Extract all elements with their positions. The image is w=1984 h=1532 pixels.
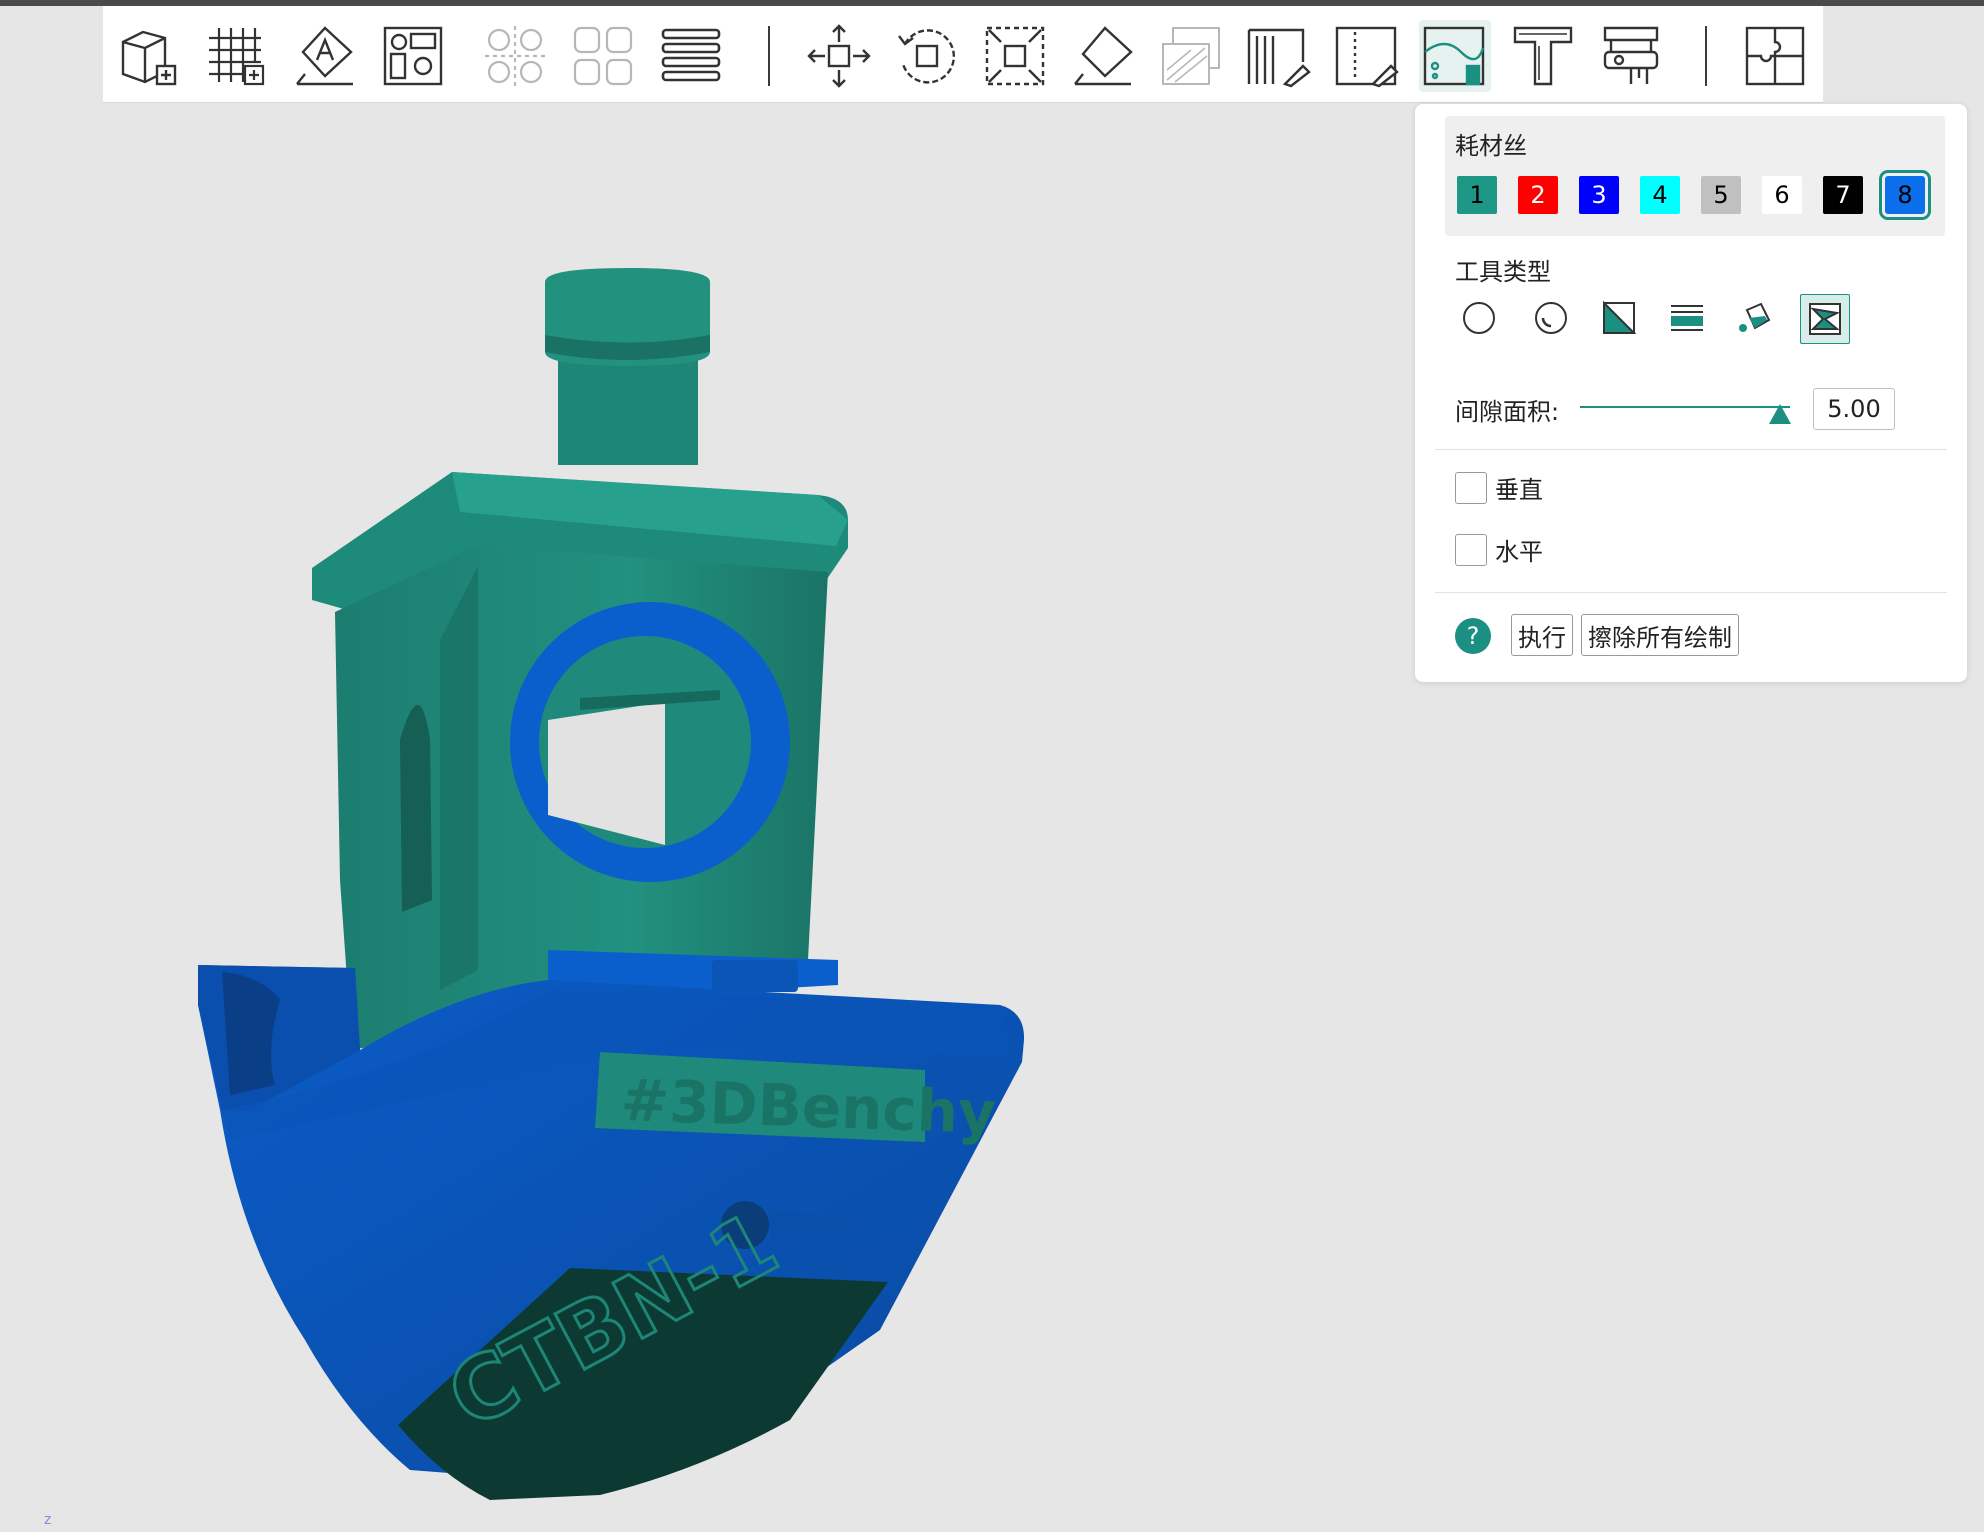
tool-triangle[interactable] (1595, 294, 1643, 342)
assembly-button[interactable] (1739, 20, 1811, 92)
horizontal-checkbox[interactable] (1455, 534, 1487, 566)
chimney (558, 355, 698, 465)
text-button[interactable] (1507, 20, 1579, 92)
arrange-icon (383, 26, 443, 86)
puzzle-icon (1745, 26, 1805, 86)
color-paint-panel: 耗材丝 12345678 工具类型 间隙面积: 垂直 水平 ? 执行 擦除所有绘… (1415, 104, 1967, 682)
toolbar-separator (768, 26, 770, 86)
orient-a-icon (296, 26, 353, 86)
seam-paint-button[interactable] (1331, 20, 1403, 92)
auto-orient-button[interactable] (289, 20, 361, 92)
measure-icon (1603, 26, 1659, 84)
tool-type-title: 工具类型 (1455, 258, 1551, 286)
rotate-button[interactable] (891, 20, 963, 92)
tool-height-range[interactable] (1663, 294, 1711, 342)
filament-swatch-3[interactable]: 3 (1579, 176, 1619, 214)
support-paint-button[interactable] (1243, 20, 1315, 92)
filament-swatch-2[interactable]: 2 (1518, 176, 1558, 214)
text-icon (1513, 26, 1573, 86)
support-paint-icon (1247, 28, 1311, 88)
scale-icon (985, 26, 1045, 86)
filament-swatch-1[interactable]: 1 (1457, 176, 1497, 214)
lay-on-face-icon (1074, 26, 1133, 86)
axis-indicator: z (44, 1512, 52, 1528)
vertical-label: 垂直 (1495, 476, 1543, 504)
variable-layer-height-button[interactable] (655, 20, 727, 92)
split-objects-icon (485, 26, 545, 86)
measure-button[interactable] (1595, 20, 1667, 92)
filament-section: 耗材丝 12345678 (1445, 116, 1945, 236)
filament-title: 耗材丝 (1455, 132, 1527, 160)
arrange-button[interactable] (377, 20, 449, 92)
tool-circle[interactable] (1455, 294, 1503, 342)
fill-bucket-icon (1739, 302, 1771, 332)
split-objects-button[interactable] (479, 20, 551, 92)
vertical-checkbox[interactable] (1455, 472, 1487, 504)
toolbar-separator (1705, 26, 1707, 86)
filament-swatch-7[interactable]: 7 (1823, 176, 1863, 214)
grid-plus-icon (209, 28, 265, 86)
hull-name-text: #3DBenchy (620, 1066, 998, 1147)
split-parts-icon (573, 26, 633, 86)
add-object-button[interactable] (113, 20, 185, 92)
seam-paint-icon (1335, 26, 1399, 88)
main-toolbar (103, 6, 1823, 103)
help-icon[interactable]: ? (1455, 618, 1491, 654)
color-paint-icon (1423, 26, 1485, 86)
tool-fill[interactable] (1731, 294, 1779, 342)
gap-area-slider-thumb[interactable] (1768, 404, 1791, 424)
cube-plus-icon (121, 30, 177, 86)
cut-icon (1162, 27, 1220, 85)
filament-swatch-8[interactable]: 8 (1879, 170, 1931, 220)
filament-swatch-6[interactable]: 6 (1762, 176, 1802, 214)
filament-swatch-4[interactable]: 4 (1640, 176, 1680, 214)
scale-button[interactable] (979, 20, 1051, 92)
gap-area-slider-track[interactable] (1580, 406, 1790, 408)
color-paint-button[interactable] (1419, 20, 1491, 92)
filament-swatch-5[interactable]: 5 (1701, 176, 1741, 214)
cabin-side-window (400, 705, 432, 912)
sphere-brush-icon (1535, 302, 1567, 334)
panel-divider (1435, 449, 1947, 450)
gap-area-input[interactable] (1813, 388, 1895, 430)
gap-fill-icon (1809, 303, 1841, 335)
circle-brush-icon (1463, 302, 1495, 334)
rotate-icon (898, 29, 956, 84)
triangle-brush-icon (1603, 300, 1637, 334)
cut-button[interactable] (1155, 20, 1227, 92)
panel-divider (1435, 592, 1947, 593)
horizontal-label: 水平 (1495, 538, 1543, 566)
layers-icon (661, 28, 721, 82)
tool-gap-fill[interactable] (1800, 294, 1850, 344)
split-parts-button[interactable] (567, 20, 639, 92)
move-icon (807, 24, 871, 88)
execute-button[interactable]: 执行 (1511, 614, 1573, 656)
erase-all-button[interactable]: 擦除所有绘制 (1581, 614, 1739, 656)
tool-sphere[interactable] (1527, 294, 1575, 342)
add-plate-button[interactable] (201, 20, 273, 92)
gap-area-label: 间隙面积: (1455, 398, 1560, 426)
move-button[interactable] (803, 20, 875, 92)
height-range-icon (1671, 305, 1703, 331)
lay-on-face-button[interactable] (1067, 20, 1139, 92)
